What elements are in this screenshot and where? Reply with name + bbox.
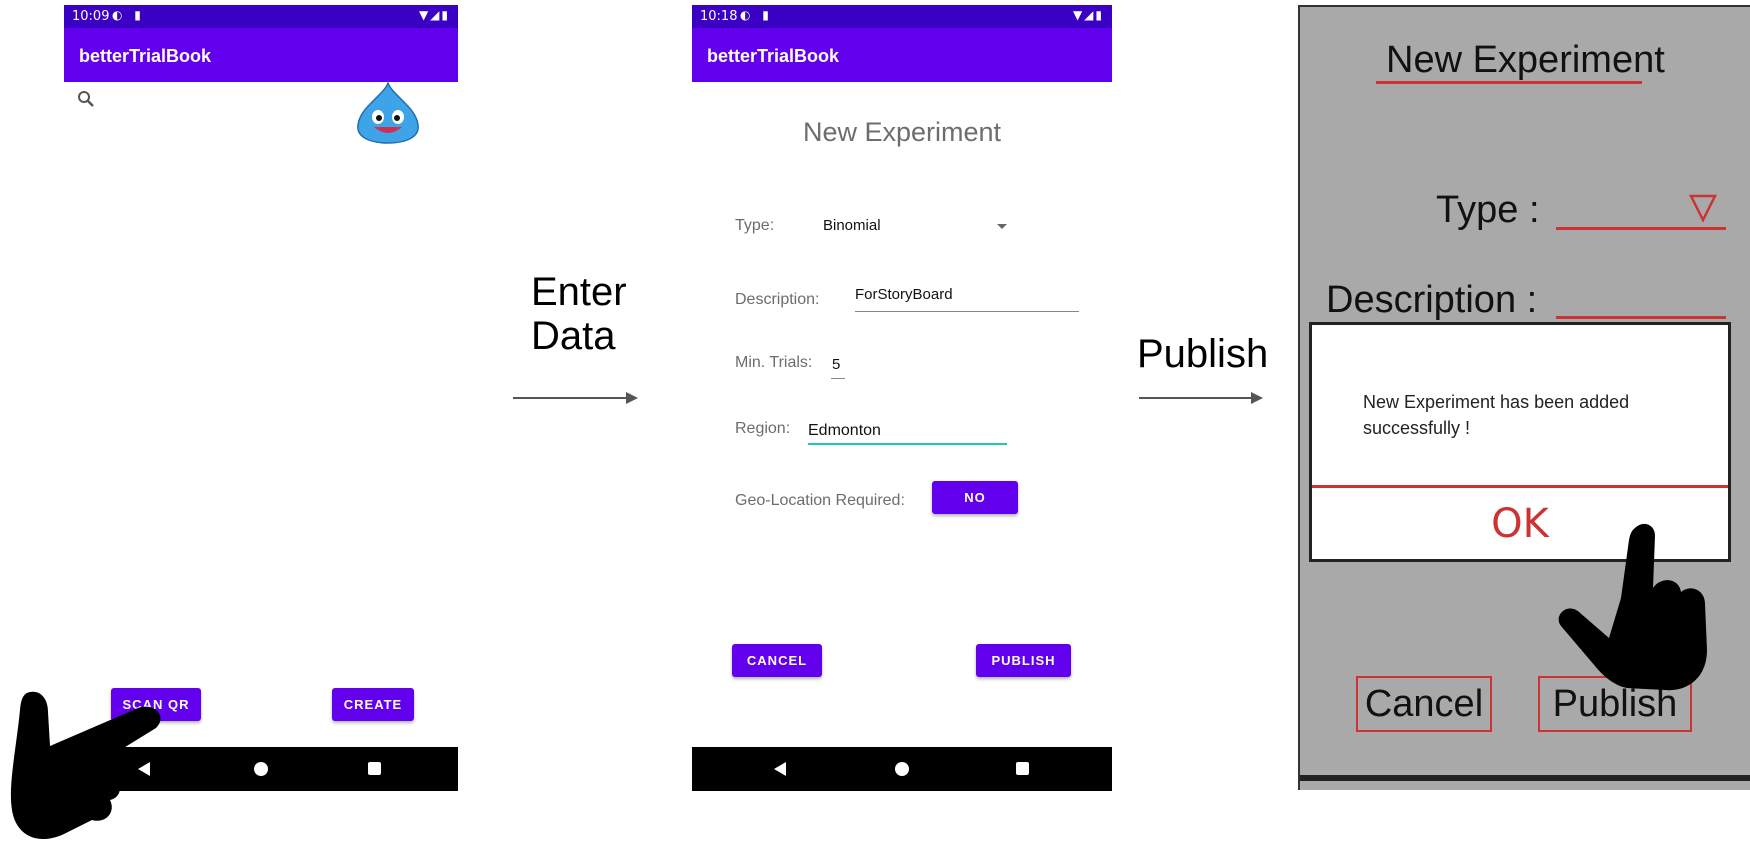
type-label: Type: [735,217,775,234]
pointing-hand-icon [10,691,161,840]
sketch-description-label: Description : [1326,279,1538,321]
description-field[interactable]: ForStoryBoard [855,283,1079,312]
arrow-head-icon [1251,392,1263,404]
caption-line: Data [531,314,616,358]
publish-caption: Publish [1137,332,1269,376]
dropdown-arrow-icon [997,224,1007,229]
nav-home-icon[interactable] [254,762,268,776]
geo-location-toggle-button[interactable]: NO [932,481,1018,514]
sketch-dropdown-icon [1688,194,1718,223]
nav-recent-icon[interactable] [1016,762,1029,775]
type-value: Binomial [823,217,881,234]
sketch-underline [1376,81,1642,84]
enter-data-caption: Enter Data [531,270,627,358]
search-icon[interactable] [76,89,96,109]
geo-location-label: Geo-Location Required: [735,492,905,509]
signal-battery-icon: ▼◢▮ [1072,8,1104,22]
status-bar: 10:18 ◐ ▮ ▼◢▮ [692,5,1112,28]
description-label: Description: [735,291,820,308]
app-bar: betterTrialBook [692,28,1112,82]
create-button[interactable]: CREATE [332,688,414,721]
sketch-bottom-line [1300,775,1750,781]
nav-home-icon[interactable] [895,762,909,776]
caption-line: Enter [531,270,627,314]
app-title: betterTrialBook [707,46,840,66]
arrow-line [513,397,635,399]
pointing-hand-icon [1558,523,1707,691]
min-trials-field[interactable]: 5 [831,350,845,379]
nav-back-icon[interactable] [774,762,786,776]
arrow-line [1139,397,1255,399]
sketch-title: New Experiment [1386,39,1665,81]
cancel-button[interactable]: CANCEL [732,644,822,677]
screen-main-list: 10:09 ◐ ▮ ▼◢▮ betterTrialBook SCAN QR CR… [64,5,458,791]
region-label: Region: [735,420,791,437]
notification-icons: ◐ ▮ [740,8,773,22]
min-trials-label: Min. Trials: [735,354,813,371]
type-select[interactable]: Binomial [823,213,1013,241]
nav-recent-icon[interactable] [368,762,381,775]
page-title: New Experiment [802,117,1002,147]
sketch-cancel-button: Cancel [1356,676,1492,732]
sketch-type-line [1556,227,1726,230]
region-field[interactable]: Edmonton [808,417,1007,445]
min-trials-value: 5 [832,356,841,373]
dialog-message: New Experiment has been added successful… [1363,392,1630,438]
status-bar: 10:09 ◐ ▮ ▼◢▮ [64,5,458,28]
dialog-divider [1312,485,1728,488]
description-value: ForStoryBoard [855,286,953,303]
sketch-type-label: Type : [1436,189,1540,231]
screen-new-experiment: 10:18 ◐ ▮ ▼◢▮ betterTrialBook New Experi… [692,5,1112,791]
app-bar: betterTrialBook [64,28,458,82]
app-title: betterTrialBook [79,46,212,66]
signal-battery-icon: ▼◢▮ [418,8,450,22]
sketch-description-line [1556,316,1726,319]
slime-avatar-icon [357,81,419,144]
status-time: 10:09 [72,9,110,24]
region-value: Edmonton [808,422,881,439]
nav-bar [692,747,1112,791]
arrow-head-icon [626,392,638,404]
status-time: 10:18 [700,9,738,24]
publish-button[interactable]: PUBLISH [976,644,1071,677]
notification-icons: ◐ ▮ [112,8,145,22]
